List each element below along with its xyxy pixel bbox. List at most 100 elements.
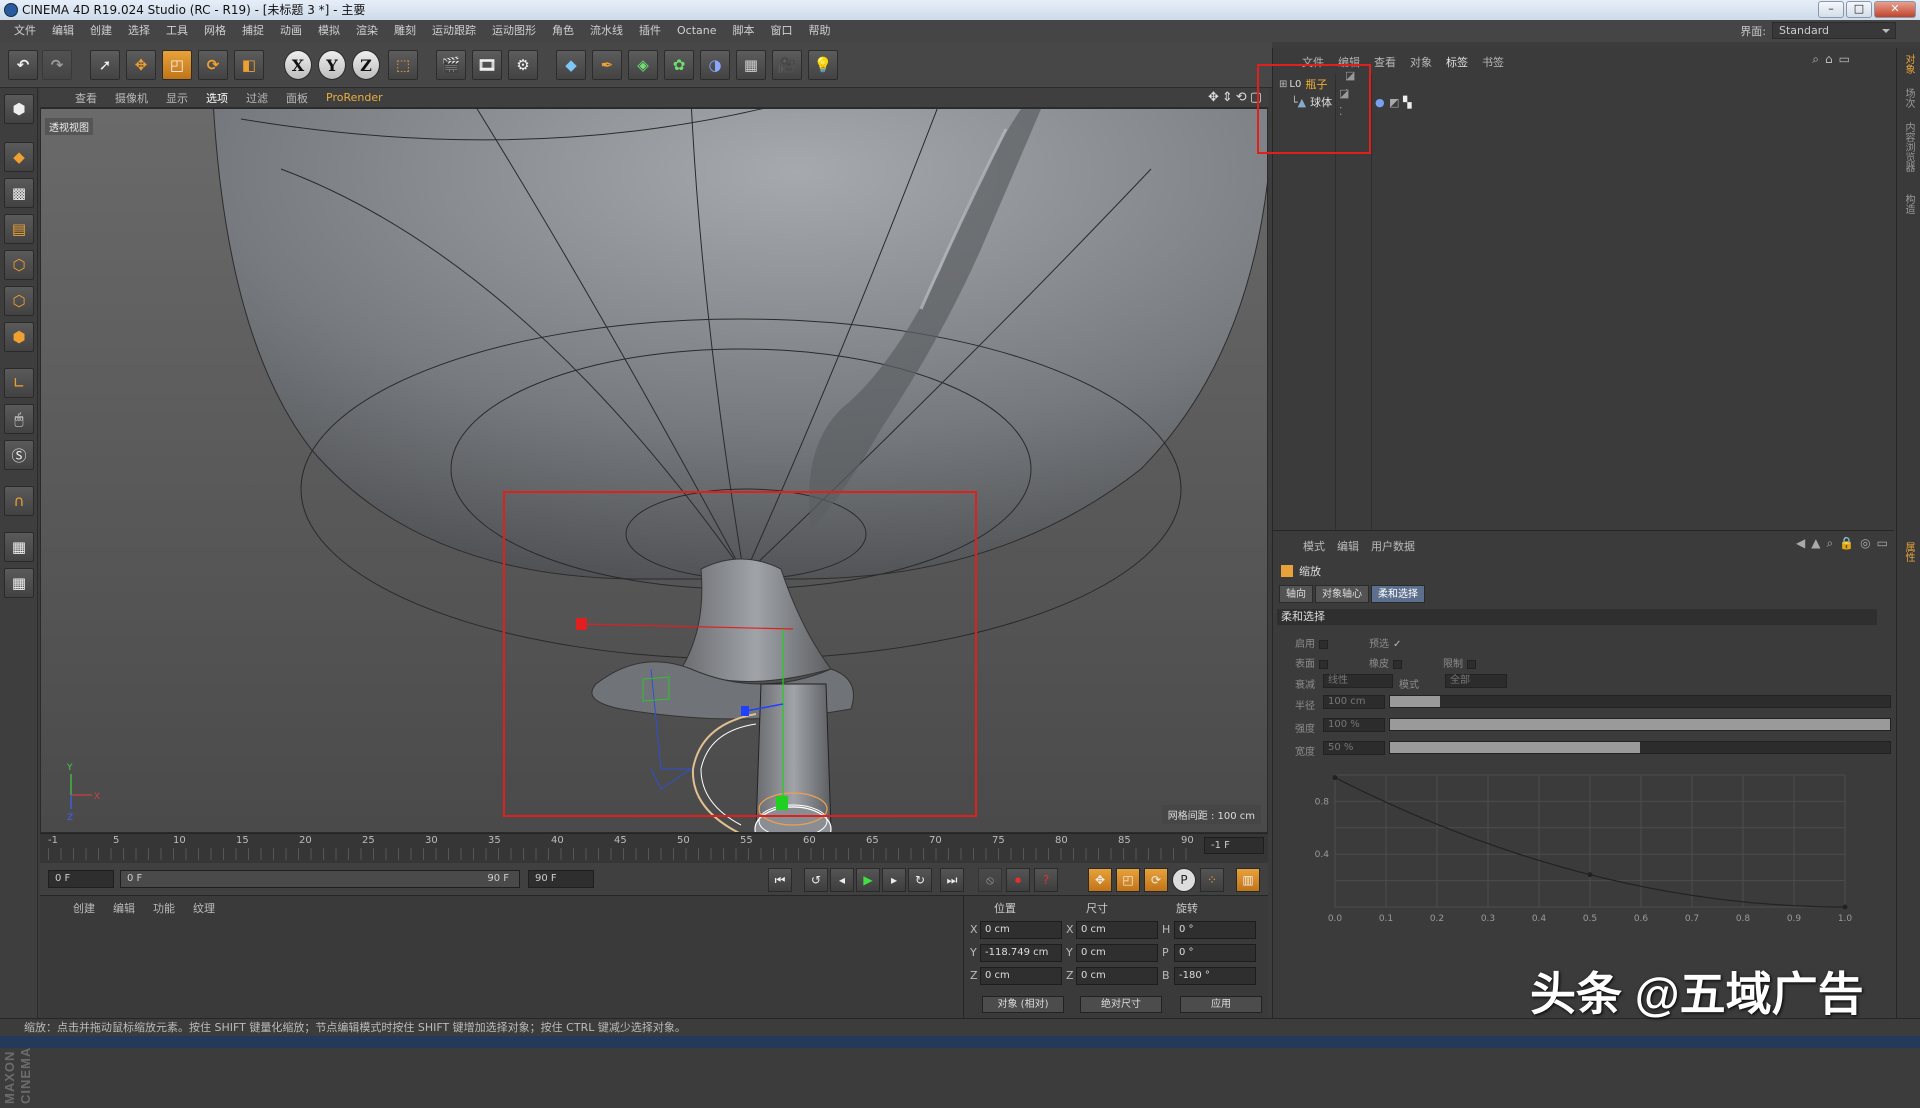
settings-icon[interactable]: ◎	[1860, 536, 1870, 551]
new-panel-icon[interactable]: ▭	[1877, 536, 1888, 551]
viewport-menu-panel[interactable]: 面板	[277, 90, 317, 106]
key-pla-icon[interactable]: ⁘	[1200, 868, 1224, 892]
viewport-menu-view[interactable]: 查看	[66, 90, 106, 106]
menu-octane[interactable]: Octane	[669, 20, 725, 42]
tweak-mode-icon[interactable]: 🖱	[4, 404, 34, 434]
current-frame-field[interactable]: -1 F	[1204, 837, 1264, 854]
objmgr-menu-objects[interactable]: 对象	[1403, 54, 1439, 70]
perspective-viewport[interactable]: Y X Z 透视视图 网格间距 : 100 cm	[40, 108, 1268, 833]
objmgr-menu-tags[interactable]: 标签	[1439, 54, 1475, 70]
undo-icon[interactable]: ↶	[8, 50, 38, 80]
rotation-p-field[interactable]: 0 °	[1174, 944, 1256, 962]
material-menu-edit[interactable]: 编辑	[104, 900, 144, 916]
objmgr-menu-bookmarks[interactable]: 书签	[1475, 54, 1511, 70]
surface-checkbox[interactable]	[1319, 659, 1328, 669]
grid-snap-icon[interactable]: ▦	[4, 568, 34, 598]
x-axis-lock-button[interactable]: X	[284, 50, 312, 80]
key-parameter-icon[interactable]: P	[1172, 868, 1196, 892]
side-tab-objects[interactable]: 对象	[1901, 54, 1916, 74]
spline-pen-icon[interactable]: ✒	[592, 50, 622, 80]
material-menu-create[interactable]: 创建	[64, 900, 104, 916]
viewport-menu-cameras[interactable]: 摄像机	[106, 90, 157, 106]
falloff-curve-graph[interactable]: 0.0 0.1 0.2 0.3 0.4 0.5 0.6 0.7 0.8 0.9 1.0 0.8 0.4	[1285, 767, 1885, 927]
size-z-field[interactable]: 0 cm	[1076, 967, 1158, 985]
up-arrow-icon[interactable]: ▲	[1811, 536, 1820, 551]
menu-sculpt[interactable]: 雕刻	[386, 20, 424, 42]
position-y-field[interactable]: -118.749 cm	[980, 944, 1062, 962]
cloner-icon[interactable]: ✿	[664, 50, 694, 80]
y-axis-lock-button[interactable]: Y	[318, 50, 346, 80]
menu-select[interactable]: 选择	[120, 20, 158, 42]
previous-key-icon[interactable]: ↺	[804, 868, 828, 892]
start-frame-field[interactable]: 0 F	[48, 870, 114, 888]
tab-soft-selection[interactable]: 柔和选择	[1371, 585, 1425, 603]
play-icon[interactable]: ▶	[856, 868, 880, 892]
preview-checkbox[interactable]: ✓	[1393, 639, 1401, 650]
menu-snap[interactable]: 捕捉	[234, 20, 272, 42]
lock-icon[interactable]: 🔒	[1839, 536, 1854, 551]
viewport-menu-display[interactable]: 显示	[157, 90, 197, 106]
workplane-lock-icon[interactable]: ▦	[4, 532, 34, 562]
search-icon[interactable]: ⌕	[1812, 52, 1819, 67]
side-tab-attributes[interactable]: 属性	[1901, 542, 1916, 562]
next-key-icon[interactable]: ↻	[908, 868, 932, 892]
coordinate-system-icon[interactable]: ⬚	[388, 50, 418, 80]
strength-slider[interactable]	[1389, 718, 1891, 731]
side-tab-structure[interactable]: 构造	[1901, 194, 1916, 214]
texture-tag-icon[interactable]: ▚	[1403, 94, 1411, 112]
light-icon[interactable]: 💡	[808, 50, 838, 80]
menu-create[interactable]: 创建	[82, 20, 120, 42]
tab-axis[interactable]: 轴向	[1279, 585, 1313, 603]
texture-mode-icon[interactable]: ▩	[4, 178, 34, 208]
next-frame-icon[interactable]: ▸	[882, 868, 906, 892]
viewport-dolly-icon[interactable]: ⇕	[1222, 90, 1233, 105]
recent-tool-icon[interactable]: ◧	[234, 50, 264, 80]
go-to-start-icon[interactable]: ⏮	[768, 868, 792, 892]
z-axis-lock-button[interactable]: Z	[352, 50, 380, 80]
key-scale-icon[interactable]: ◰	[1116, 868, 1140, 892]
timeline-track[interactable]	[48, 848, 1198, 860]
material-menu-function[interactable]: 功能	[144, 900, 184, 916]
camera-icon[interactable]: 🎥	[772, 50, 802, 80]
material-menu-texture[interactable]: 纹理	[184, 900, 224, 916]
magnet-icon[interactable]: ∩	[4, 486, 34, 516]
timeline-ruler[interactable]: -1 5 10 15 20 25 30 35 40 45 50 55 60 65…	[40, 833, 1268, 863]
phong-tag-icon[interactable]: ●	[1375, 94, 1385, 112]
attrmgr-menu-edit[interactable]: 编辑	[1331, 538, 1365, 554]
menu-character[interactable]: 角色	[544, 20, 582, 42]
axis-mode-icon[interactable]: ∟	[4, 368, 34, 398]
menu-file[interactable]: 文件	[6, 20, 44, 42]
rubber-checkbox[interactable]	[1393, 659, 1402, 669]
menu-simulate[interactable]: 模拟	[310, 20, 348, 42]
maximize-button[interactable]: □	[1846, 1, 1872, 18]
end-frame-field[interactable]: 90 F	[528, 870, 594, 888]
size-x-field[interactable]: 0 cm	[1076, 921, 1158, 939]
close-button[interactable]: ✕	[1874, 1, 1916, 18]
cube-primitive-icon[interactable]: ◆	[556, 50, 586, 80]
frame-range-slider[interactable]: 0 F 90 F	[120, 870, 520, 888]
mode-dropdown[interactable]: 全部	[1445, 674, 1507, 688]
record-keys-icon[interactable]: ⦸	[978, 868, 1002, 892]
home-icon[interactable]: ⌂	[1825, 52, 1833, 67]
position-x-field[interactable]: 0 cm	[980, 921, 1062, 939]
limit-checkbox[interactable]	[1467, 659, 1476, 669]
previous-frame-icon[interactable]: ◂	[830, 868, 854, 892]
timeline-window-icon[interactable]: ▥	[1236, 868, 1260, 892]
size-mode-dropdown[interactable]: 绝对尺寸	[1080, 996, 1162, 1013]
menu-tools[interactable]: 工具	[158, 20, 196, 42]
deformer-icon[interactable]: ◑	[700, 50, 730, 80]
viewport-pan-icon[interactable]: ✥	[1208, 90, 1219, 105]
floor-icon[interactable]: ▦	[736, 50, 766, 80]
minimize-button[interactable]: –	[1818, 1, 1844, 18]
points-mode-icon[interactable]: ⬡	[4, 250, 34, 280]
strength-field[interactable]: 100 %	[1323, 718, 1385, 732]
rotation-h-field[interactable]: 0 °	[1174, 921, 1256, 939]
back-arrow-icon[interactable]: ◀	[1796, 536, 1805, 551]
width-slider[interactable]	[1389, 741, 1891, 754]
make-editable-icon[interactable]: ⬢	[4, 94, 34, 124]
menu-help[interactable]: 帮助	[801, 20, 839, 42]
workplane-mode-icon[interactable]: ▤	[4, 214, 34, 244]
side-tab-takes[interactable]: 场次	[1901, 88, 1916, 108]
objmgr-menu-view[interactable]: 查看	[1367, 54, 1403, 70]
viewport-menu-options[interactable]: 选项	[197, 90, 237, 106]
